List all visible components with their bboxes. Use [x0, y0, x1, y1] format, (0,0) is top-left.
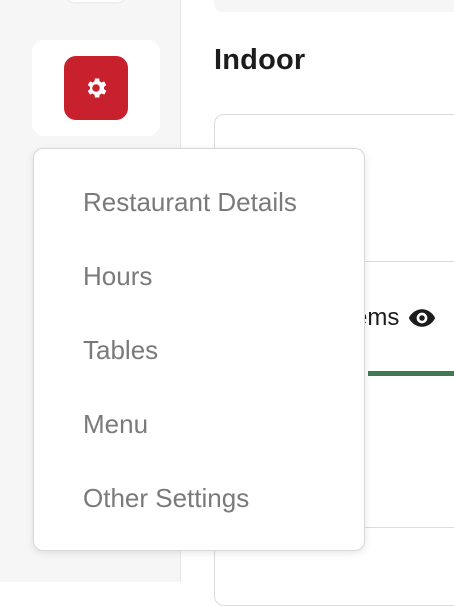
eye-icon — [409, 309, 436, 327]
gear-icon — [87, 78, 107, 98]
menu-item-other-settings[interactable]: Other Settings — [83, 483, 249, 514]
settings-tile — [32, 40, 160, 136]
page-title: Indoor — [214, 44, 306, 76]
sidebar-nav-tile[interactable] — [64, 0, 128, 2]
menu-item-restaurant-details[interactable]: Restaurant Details — [83, 187, 297, 218]
active-tab-indicator — [368, 371, 454, 376]
menu-item-hours[interactable]: Hours — [83, 261, 152, 292]
settings-button[interactable] — [64, 56, 128, 120]
menu-item-menu[interactable]: Menu — [83, 409, 148, 440]
menu-item-tables[interactable]: Tables — [83, 335, 158, 366]
tab-items[interactable]: ems — [354, 303, 437, 333]
settings-dropdown-menu: Restaurant Details Hours Tables Menu Oth… — [33, 148, 365, 551]
top-card — [214, 0, 454, 12]
